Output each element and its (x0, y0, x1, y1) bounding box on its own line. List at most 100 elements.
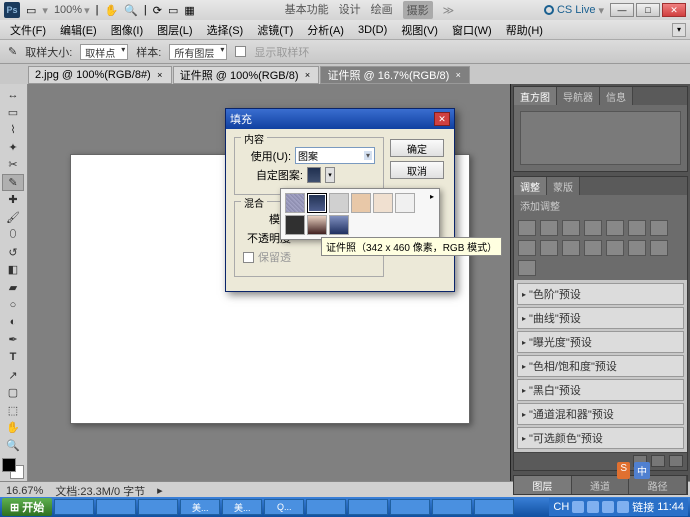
preserve-checkbox[interactable] (243, 252, 254, 263)
menu-window[interactable]: 窗口(W) (446, 20, 498, 40)
tab-close-icon[interactable]: × (453, 70, 463, 80)
preset-curves[interactable]: ▸"曲线"预设 (517, 307, 684, 329)
taskbar-item[interactable] (432, 499, 472, 515)
taskbar-item[interactable]: 美... (180, 499, 220, 515)
doc-tab-0[interactable]: 2.jpg @ 100%(RGB/8#)× (28, 66, 172, 84)
tray-text[interactable]: 链接 (632, 499, 654, 515)
preset-levels[interactable]: ▸"色阶"预设 (517, 283, 684, 305)
photo-filter-icon[interactable] (540, 240, 558, 256)
taskbar-item[interactable] (96, 499, 136, 515)
cs-live-button[interactable]: CS Live ▾ (544, 4, 604, 17)
tray-icon[interactable] (572, 501, 584, 513)
hue-icon[interactable] (628, 220, 646, 236)
preset-bw[interactable]: ▸"黑白"预设 (517, 379, 684, 401)
sample-select[interactable]: 所有图层 (169, 44, 227, 60)
dodge-tool-icon[interactable]: ◐ (2, 314, 24, 332)
preset-selective-color[interactable]: ▸"可选颜色"预设 (517, 427, 684, 449)
pattern-swatch[interactable] (395, 193, 415, 213)
menu-view[interactable]: 视图(V) (395, 20, 444, 40)
move-tool-icon[interactable]: ↔ (2, 86, 24, 104)
hand-tool-icon[interactable]: ✋ (2, 419, 24, 437)
workspace-painting[interactable]: 绘画 (371, 1, 393, 19)
menu-image[interactable]: 图像(I) (105, 20, 149, 40)
type-tool-icon[interactable]: T (2, 349, 24, 367)
menu-file[interactable]: 文件(F) (4, 20, 52, 40)
tab-histogram[interactable]: 直方图 (514, 87, 557, 105)
clock[interactable]: 11:44 (657, 501, 684, 513)
new-adjust-icon[interactable] (651, 455, 665, 467)
menu-3d[interactable]: 3D(D) (352, 22, 393, 38)
menu-analysis[interactable]: 分析(A) (301, 20, 350, 40)
tool-preset-icon[interactable]: ▭ (26, 4, 36, 17)
preset-hue[interactable]: ▸"色相/饱和度"预设 (517, 355, 684, 377)
maximize-button[interactable]: □ (636, 3, 660, 17)
stamp-tool-icon[interactable]: ⬯ (2, 226, 24, 244)
heal-tool-icon[interactable]: ✚ (2, 191, 24, 209)
eyedropper-tool-icon[interactable]: ✎ (8, 45, 17, 58)
blur-tool-icon[interactable]: ○ (2, 296, 24, 314)
use-select[interactable]: 图案 (295, 147, 375, 164)
screen-mode-icon[interactable]: ▦ (184, 4, 194, 17)
dialog-titlebar[interactable]: 填充 ✕ (226, 109, 454, 129)
bw-icon[interactable] (518, 240, 536, 256)
tab-adjustments[interactable]: 调整 (514, 177, 547, 195)
posterize-icon[interactable] (606, 240, 624, 256)
fg-color-swatch[interactable] (2, 458, 16, 472)
channel-mixer-icon[interactable] (562, 240, 580, 256)
sample-size-select[interactable]: 取样点 (80, 44, 128, 60)
taskbar-item[interactable] (474, 499, 514, 515)
pattern-swatch-selected[interactable] (307, 193, 327, 213)
arrange-icon[interactable]: ▭ (168, 4, 178, 17)
tray-icon[interactable] (602, 501, 614, 513)
pattern-thumbnail[interactable] (307, 167, 321, 183)
pen-tool-icon[interactable]: ✒ (2, 331, 24, 349)
taskbar-item[interactable]: Q... (264, 499, 304, 515)
brush-tool-icon[interactable]: 🖌 (2, 209, 24, 227)
menu-filter[interactable]: 滤镜(T) (251, 20, 299, 40)
dialog-close-button[interactable]: ✕ (434, 112, 450, 126)
menu-help[interactable]: 帮助(H) (500, 20, 549, 40)
selective-color-icon[interactable] (518, 260, 536, 276)
hand-icon[interactable]: ✋ (104, 4, 118, 17)
workspace-photography[interactable]: 摄影 (403, 1, 433, 19)
view-rotate-icon[interactable]: ⟳ (153, 4, 162, 17)
menu-collapse-icon[interactable]: ▾ (672, 23, 686, 37)
ok-button[interactable]: 确定 (390, 139, 444, 157)
invert-icon[interactable] (584, 240, 602, 256)
menu-edit[interactable]: 编辑(E) (54, 20, 103, 40)
minimize-button[interactable]: — (610, 3, 634, 17)
color-balance-icon[interactable] (650, 220, 668, 236)
ime-badge-s[interactable]: S (617, 462, 630, 479)
preset-channel-mixer[interactable]: ▸"通道混和器"预设 (517, 403, 684, 425)
pattern-swatch[interactable] (285, 215, 305, 235)
preset-exposure[interactable]: ▸"曝光度"预设 (517, 331, 684, 353)
pattern-dropdown-button[interactable]: ▾ (325, 167, 335, 183)
taskbar-item[interactable] (390, 499, 430, 515)
zoom-control[interactable]: 100% ▾ (54, 4, 90, 17)
pattern-swatch[interactable] (373, 193, 393, 213)
tray-icon[interactable] (617, 501, 629, 513)
path-tool-icon[interactable]: ↗ (2, 366, 24, 384)
cancel-button[interactable]: 取消 (390, 161, 444, 179)
taskbar-item[interactable]: 美... (222, 499, 262, 515)
pattern-swatch[interactable] (351, 193, 371, 213)
3d-tool-icon[interactable]: ⬚ (2, 401, 24, 419)
status-arrow-icon[interactable]: ▸ (157, 484, 163, 497)
popup-menu-icon[interactable]: ▸ (427, 191, 437, 201)
pattern-swatch[interactable] (329, 193, 349, 213)
curves-icon[interactable] (562, 220, 580, 236)
chevrons-icon[interactable]: ≫ (443, 1, 455, 19)
tab-masks[interactable]: 蒙版 (547, 177, 580, 195)
brightness-icon[interactable] (518, 220, 536, 236)
crop-tool-icon[interactable]: ✂ (2, 156, 24, 174)
shape-tool-icon[interactable]: ▢ (2, 384, 24, 402)
history-brush-icon[interactable]: ↺ (2, 244, 24, 262)
zoom-icon[interactable]: 🔍 (124, 4, 138, 17)
workspace-essentials[interactable]: 基本功能 (285, 1, 329, 19)
pattern-swatch[interactable] (285, 193, 305, 213)
workspace-design[interactable]: 设计 (339, 1, 361, 19)
trash-icon[interactable] (669, 455, 683, 467)
eyedropper-tool-icon[interactable]: ✎ (2, 174, 24, 192)
doc-tab-2[interactable]: 证件照 @ 16.7%(RGB/8)× (320, 66, 470, 84)
menu-layer[interactable]: 图层(L) (151, 20, 198, 40)
